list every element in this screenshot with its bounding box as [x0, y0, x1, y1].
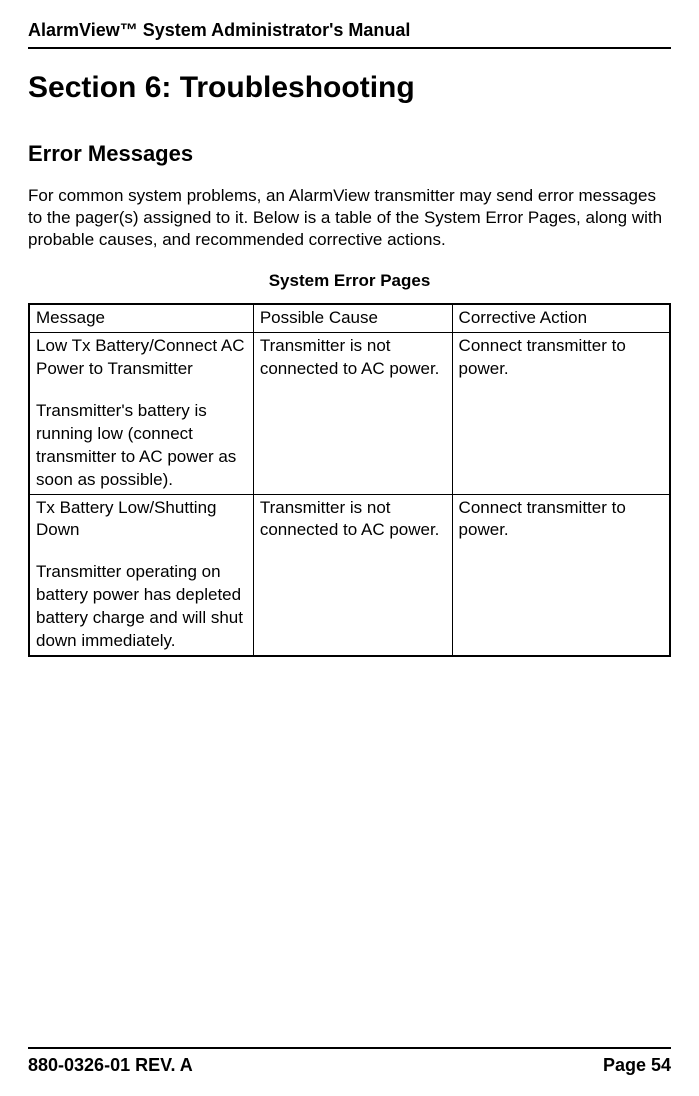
message-primary: Tx Battery Low/Shutting Down: [36, 497, 247, 543]
cell-action: Connect transmitter to power.: [452, 494, 670, 656]
manual-title: AlarmView™ System Administrator's Manual: [28, 20, 671, 41]
table-row: Tx Battery Low/Shutting Down Transmitter…: [29, 494, 670, 656]
intro-paragraph: For common system problems, an AlarmView…: [28, 185, 671, 251]
message-secondary: Transmitter operating on battery power h…: [36, 561, 247, 653]
cell-message: Tx Battery Low/Shutting Down Transmitter…: [29, 494, 253, 656]
cell-cause: Transmitter is not connected to AC power…: [253, 333, 452, 494]
cell-cause: Transmitter is not connected to AC power…: [253, 494, 452, 656]
table-row: Low Tx Battery/Connect AC Power to Trans…: [29, 333, 670, 494]
error-table: Message Possible Cause Corrective Action…: [28, 303, 671, 657]
col-header-cause: Possible Cause: [253, 304, 452, 332]
col-header-message: Message: [29, 304, 253, 332]
subsection-title: Error Messages: [28, 141, 671, 167]
table-caption: System Error Pages: [28, 271, 671, 291]
cell-message: Low Tx Battery/Connect AC Power to Trans…: [29, 333, 253, 494]
page-footer: 880-0326-01 REV. A Page 54: [28, 1047, 671, 1076]
table-header-row: Message Possible Cause Corrective Action: [29, 304, 670, 332]
message-primary: Low Tx Battery/Connect AC Power to Trans…: [36, 335, 247, 381]
message-secondary: Transmitter's battery is running low (co…: [36, 400, 247, 492]
cell-action: Connect transmitter to power.: [452, 333, 670, 494]
header-rule: [28, 47, 671, 49]
doc-rev: 880-0326-01 REV. A: [28, 1055, 193, 1076]
page-number: Page 54: [603, 1055, 671, 1076]
footer-rule: [28, 1047, 671, 1049]
col-header-action: Corrective Action: [452, 304, 670, 332]
section-title: Section 6: Troubleshooting: [28, 71, 671, 105]
